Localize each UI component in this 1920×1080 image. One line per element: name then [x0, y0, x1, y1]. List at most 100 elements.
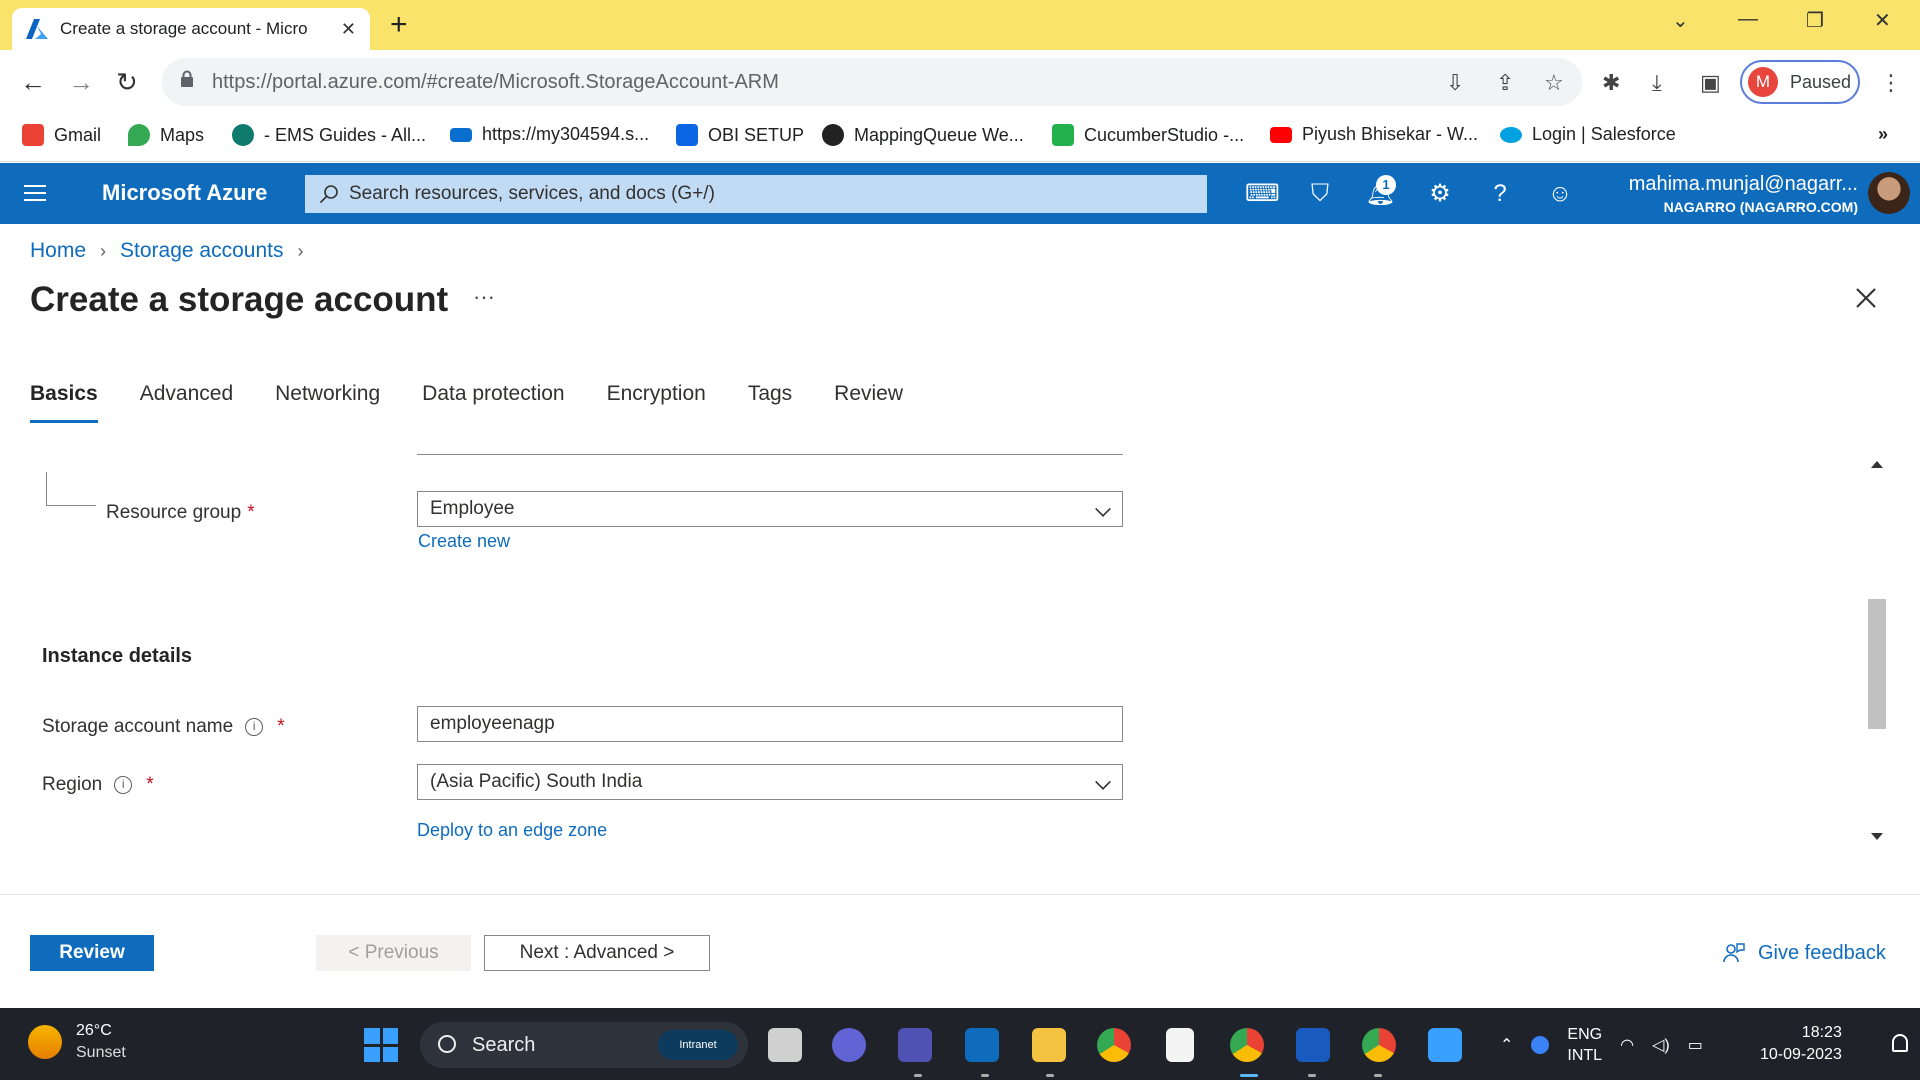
install-app-icon[interactable]: ⇩: [1446, 70, 1464, 96]
photos-icon[interactable]: [1428, 1028, 1462, 1062]
system-tray: ⌃ ENG INTL ◠ ◁) ▭: [1500, 1024, 1703, 1066]
bookmark-ems-guides[interactable]: - EMS Guides - All...: [232, 124, 426, 146]
teams-icon[interactable]: [898, 1028, 932, 1062]
bookmark-gmail[interactable]: Gmail: [22, 124, 101, 146]
tab-networking[interactable]: Networking: [275, 382, 380, 423]
bookmark-youtube[interactable]: Piyush Bhisekar - W...: [1270, 124, 1478, 145]
next-advanced-button[interactable]: Next : Advanced >: [484, 935, 710, 971]
bookmark-sap[interactable]: https://my304594.s...: [450, 124, 649, 145]
more-options-icon[interactable]: ···: [473, 284, 495, 310]
region-label: Region i *: [42, 774, 154, 796]
hamburger-menu-icon[interactable]: [24, 185, 46, 201]
browser-menu-icon[interactable]: ⋮: [1880, 70, 1902, 96]
tab-close-icon[interactable]: ✕: [341, 19, 356, 40]
language-code: ENG: [1567, 1026, 1603, 1043]
breadcrumb-home[interactable]: Home: [30, 239, 86, 263]
review-button[interactable]: Review: [30, 935, 154, 971]
tab-encryption[interactable]: Encryption: [607, 382, 706, 423]
notepad-icon[interactable]: [1166, 1028, 1194, 1062]
chrome-icon[interactable]: [1097, 1028, 1131, 1062]
browser-tab[interactable]: Create a storage account - Micro ✕: [12, 8, 370, 50]
chevron-up-icon[interactable]: ⌃: [1500, 1035, 1513, 1055]
language-indicator[interactable]: ENG INTL: [1567, 1024, 1602, 1066]
reload-icon[interactable]: ↻: [116, 67, 138, 97]
new-tab-button[interactable]: +: [390, 10, 408, 40]
restore-icon[interactable]: ❐: [1806, 8, 1824, 33]
azure-brand[interactable]: Microsoft Azure: [102, 180, 267, 206]
feedback-icon[interactable]: ☺: [1545, 179, 1575, 209]
side-panel-icon[interactable]: ▣: [1700, 70, 1721, 96]
region-dropdown[interactable]: (Asia Pacific) South India: [417, 764, 1123, 800]
globe-icon: [822, 124, 844, 146]
resource-group-dropdown[interactable]: Employee: [417, 491, 1123, 527]
windows-start-icon[interactable]: [364, 1028, 398, 1062]
clock[interactable]: 18:23 10-09-2023: [1760, 1022, 1842, 1066]
cloud-shell-icon[interactable]: ⌨: [1245, 179, 1280, 209]
minimize-icon[interactable]: —: [1738, 8, 1758, 31]
bookmark-cucumberstudio[interactable]: CucumberStudio -...: [1052, 124, 1244, 146]
close-window-icon[interactable]: ✕: [1874, 8, 1891, 33]
content-scrollbar[interactable]: [1866, 456, 1888, 844]
bookmark-label: Login | Salesforce: [1532, 124, 1676, 144]
directory-filter-icon[interactable]: ⛉: [1305, 179, 1335, 209]
previous-button[interactable]: < Previous: [316, 935, 471, 971]
bookmark-maps[interactable]: Maps: [128, 124, 204, 146]
word-icon[interactable]: [1296, 1028, 1330, 1062]
azure-search-input[interactable]: Search resources, services, and docs (G+…: [305, 175, 1207, 213]
scroll-up-icon[interactable]: [1871, 461, 1883, 468]
tab-review[interactable]: Review: [834, 382, 903, 423]
bookmark-star-icon[interactable]: ☆: [1544, 70, 1564, 96]
bookmark-obi-setup[interactable]: OBI SETUP: [676, 124, 804, 146]
deploy-edge-zone-link[interactable]: Deploy to an edge zone: [417, 820, 607, 841]
running-indicator: [1374, 1074, 1382, 1077]
lock-icon: [181, 70, 193, 87]
bookmarks-bar: Gmail Maps - EMS Guides - All... https:/…: [0, 114, 1920, 162]
outlook-icon[interactable]: [965, 1028, 999, 1062]
bookmark-mappingqueue[interactable]: MappingQueue We...: [822, 124, 1024, 146]
profile-button[interactable]: M Paused: [1740, 60, 1860, 104]
tab-search-icon[interactable]: ⌄: [1672, 8, 1689, 33]
tab-data-protection[interactable]: Data protection: [422, 382, 564, 423]
address-bar[interactable]: https://portal.azure.com/#create/Microso…: [162, 58, 1582, 106]
help-icon[interactable]: ?: [1485, 179, 1515, 209]
bookmark-label: MappingQueue We...: [854, 124, 1024, 145]
create-new-link[interactable]: Create new: [418, 531, 510, 552]
info-icon[interactable]: i: [245, 718, 264, 736]
downloads-icon[interactable]: ⤓: [1652, 70, 1662, 96]
tab-tags[interactable]: Tags: [748, 382, 792, 423]
maps-icon: [128, 124, 150, 146]
battery-icon[interactable]: ▭: [1688, 1035, 1703, 1055]
taskbar-search[interactable]: Search Intranet: [420, 1022, 748, 1068]
give-feedback-link[interactable]: Give feedback: [1722, 941, 1886, 965]
wifi-icon[interactable]: ◠: [1620, 1035, 1634, 1055]
storage-account-name-value: employeenagp: [430, 713, 555, 734]
close-blade-icon[interactable]: [1854, 286, 1878, 310]
bookmark-salesforce[interactable]: Login | Salesforce: [1500, 124, 1676, 145]
tab-basics[interactable]: Basics: [30, 382, 98, 423]
file-explorer-icon[interactable]: [1032, 1028, 1066, 1062]
account-info[interactable]: mahima.munjal@nagarr... NAGARRO (NAGARRO…: [1629, 173, 1858, 215]
scroll-down-icon[interactable]: [1871, 833, 1883, 840]
chrome-second-profile-icon[interactable]: [1362, 1028, 1396, 1062]
extensions-icon[interactable]: ✱: [1602, 70, 1620, 96]
tree-connector: [46, 472, 96, 506]
chrome-profile-icon[interactable]: [1230, 1028, 1264, 1062]
bookmarks-overflow[interactable]: »: [1878, 124, 1888, 145]
scroll-thumb[interactable]: [1868, 599, 1886, 729]
notification-bell-icon[interactable]: [1892, 1034, 1908, 1052]
teams-chat-icon[interactable]: [832, 1028, 866, 1062]
volume-icon[interactable]: ◁): [1652, 1035, 1670, 1055]
tab-advanced[interactable]: Advanced: [140, 382, 233, 423]
task-view-icon[interactable]: [768, 1028, 802, 1062]
share-icon[interactable]: ⇪: [1496, 70, 1514, 96]
vpn-icon[interactable]: [1531, 1036, 1550, 1054]
settings-gear-icon[interactable]: ⚙: [1425, 179, 1455, 209]
forward-icon[interactable]: →: [68, 67, 94, 97]
feedback-person-icon: [1723, 943, 1745, 963]
weather-widget[interactable]: 26°C Sunset: [28, 1022, 126, 1062]
info-icon[interactable]: i: [114, 776, 133, 794]
user-avatar[interactable]: [1868, 172, 1910, 214]
back-icon[interactable]: ←: [20, 67, 46, 97]
storage-account-name-input[interactable]: employeenagp: [417, 706, 1123, 742]
breadcrumb-storage-accounts[interactable]: Storage accounts: [120, 239, 283, 263]
